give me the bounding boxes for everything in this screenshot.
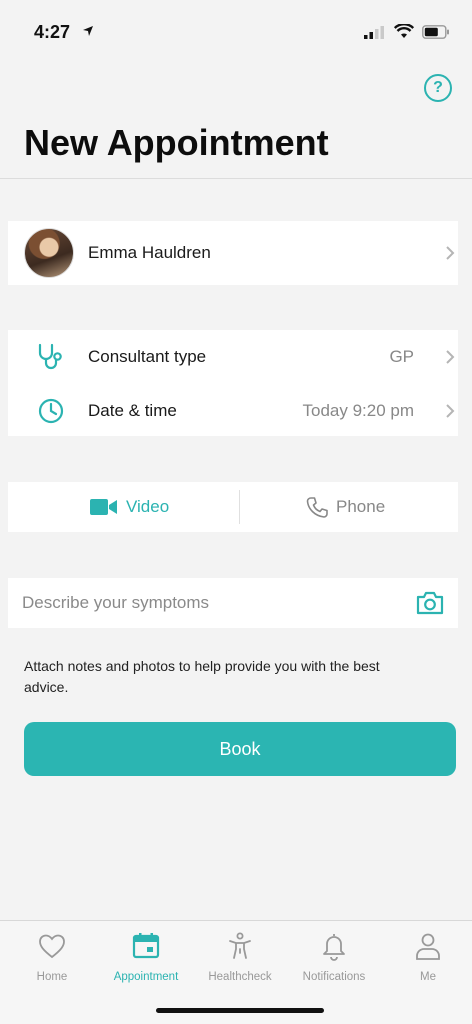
heart-icon (39, 934, 65, 959)
tab-me[interactable]: Me (383, 931, 472, 983)
tab-home[interactable]: Home (7, 931, 97, 983)
calendar-icon (132, 933, 160, 959)
location-arrow-icon (82, 24, 94, 42)
home-indicator (156, 1008, 324, 1013)
date-time-label: Date & time (88, 401, 177, 420)
signal-icon (364, 25, 384, 39)
consultation-mode-toggle: Video Phone (8, 482, 458, 532)
tab-healthcheck[interactable]: Healthcheck (195, 931, 285, 983)
chevron-right-icon (446, 350, 455, 364)
question-icon: ? (433, 79, 443, 96)
status-bar: 4:27 (0, 0, 472, 64)
mode-divider (239, 490, 240, 524)
consultant-type-value: GP (389, 347, 414, 366)
appointment-details: Consultant type GP Date & time Today 9:2… (8, 330, 458, 436)
tab-me-label: Me (420, 971, 436, 983)
status-time: 4:27 (34, 22, 71, 42)
tab-notifications-label: Notifications (302, 971, 366, 983)
help-button[interactable]: ? (424, 74, 452, 102)
phone-label: Phone (336, 497, 386, 516)
tab-healthcheck-label: Healthcheck (208, 971, 272, 983)
consultant-type-label: Consultant type (88, 347, 207, 366)
patient-row[interactable]: Emma Hauldren (8, 221, 458, 285)
stethoscope-icon (38, 343, 62, 370)
status-icons (364, 24, 450, 39)
consultant-type-row[interactable]: Consultant type GP (8, 330, 458, 383)
symptoms-input[interactable] (22, 578, 392, 628)
tab-home-label: Home (36, 971, 68, 983)
person-icon (416, 933, 440, 960)
body-icon (229, 932, 251, 959)
camera-icon[interactable] (416, 590, 444, 616)
video-option[interactable]: Video (90, 482, 169, 532)
date-time-value: Today 9:20 pm (302, 401, 414, 420)
wifi-icon (394, 24, 414, 38)
helper-text: Attach notes and photos to help provide … (24, 658, 380, 695)
video-label: Video (126, 497, 170, 516)
title-divider (0, 178, 472, 179)
page-title: New Appointment (24, 122, 329, 163)
symptoms-row (8, 578, 458, 628)
chevron-right-icon (446, 246, 455, 260)
clock-icon (38, 398, 64, 424)
bell-icon (323, 934, 345, 961)
avatar (24, 228, 74, 278)
tab-notifications[interactable]: Notifications (289, 931, 379, 983)
date-time-row[interactable]: Date & time Today 9:20 pm (8, 383, 458, 436)
phone-option[interactable]: Phone (306, 482, 385, 532)
phone-icon (306, 497, 328, 518)
tab-appointment[interactable]: Appointment (101, 931, 191, 983)
patient-name: Emma Hauldren (88, 243, 211, 262)
video-camera-icon (90, 499, 117, 515)
chevron-right-icon (446, 404, 455, 418)
book-button[interactable]: Book (24, 722, 456, 776)
battery-icon (422, 24, 449, 39)
tab-appointment-label: Appointment (113, 971, 179, 983)
